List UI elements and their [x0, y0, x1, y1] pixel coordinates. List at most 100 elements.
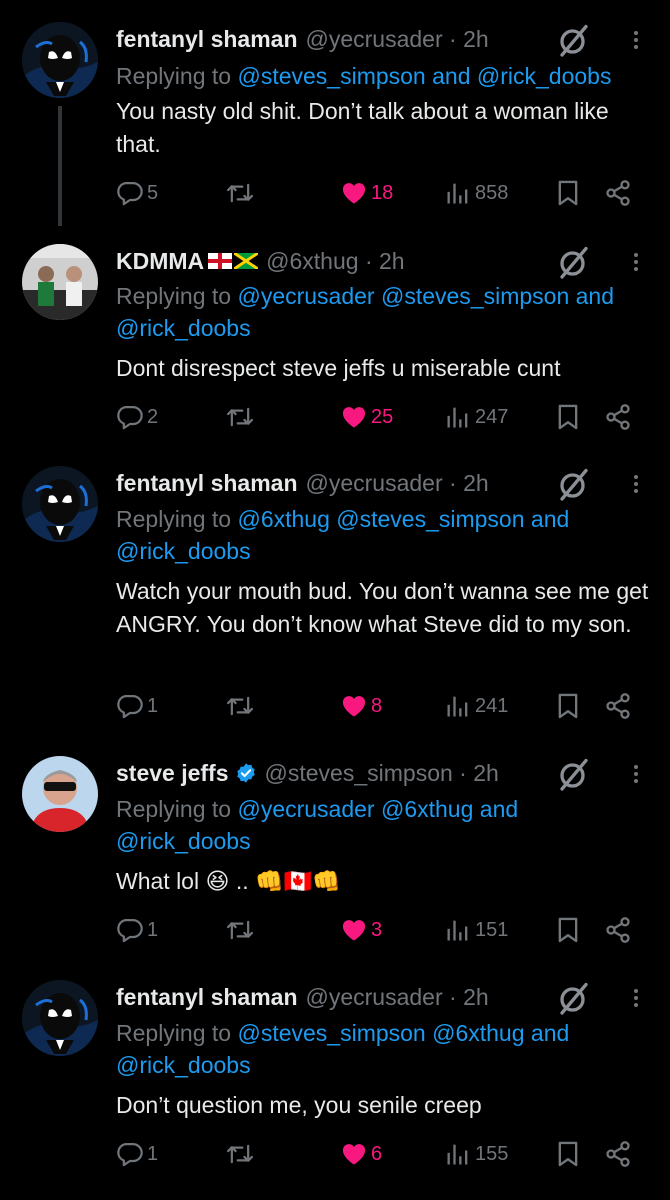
bookmark-button[interactable]: [554, 403, 582, 431]
reply-button[interactable]: 5: [116, 179, 158, 207]
more-options-icon[interactable]: [632, 472, 640, 498]
action-bar: 2 25 247: [116, 403, 646, 433]
retweet-button[interactable]: [226, 1140, 254, 1168]
action-bar: 1 6 155: [116, 1140, 646, 1170]
handle-time[interactable]: @steves_simpson · 2h: [265, 760, 499, 787]
more-options-icon[interactable]: [632, 986, 640, 1012]
display-name[interactable]: fentanyl shaman: [116, 26, 298, 53]
like-button[interactable]: 6: [340, 1140, 382, 1168]
action-bar: 1 8 241: [116, 692, 646, 722]
view-count: 247: [475, 405, 509, 428]
reply-count: 1: [147, 694, 159, 717]
tweet-text: Don’t question me, you senile creep: [116, 1092, 482, 1118]
replying-to: Replying to @yecrusader @6xthug and @ric…: [116, 793, 646, 857]
reply-mentions[interactable]: @steves_simpson and @rick_doobs: [237, 63, 611, 89]
reply-count: 1: [147, 918, 159, 941]
share-icon: [604, 916, 632, 944]
replying-to: Replying to @steves_simpson @6xthug and …: [116, 1017, 646, 1081]
tweet-text: Watch your mouth bud. You don’t wanna se…: [116, 578, 649, 637]
share-button[interactable]: [604, 403, 632, 431]
tweet-header: steve jeffs @steves_simpson · 2h: [116, 756, 499, 790]
heart-icon: [340, 692, 368, 720]
reply-prefix: Replying to: [116, 796, 238, 822]
more-options-icon[interactable]: [632, 762, 640, 788]
heart-icon: [340, 179, 368, 207]
grok-icon[interactable]: [556, 756, 592, 792]
heart-icon: [340, 916, 368, 944]
reply-count: 1: [147, 1142, 159, 1165]
views-icon: [444, 403, 472, 431]
bookmark-icon: [554, 916, 582, 944]
tweet-emojis: 😆 .. 👊🇨🇦👊: [199, 868, 341, 894]
reply-prefix: Replying to: [116, 1020, 238, 1046]
display-name[interactable]: steve jeffs: [116, 760, 229, 787]
tweet-header: fentanyl shaman @yecrusader · 2h: [116, 980, 489, 1014]
views-button[interactable]: 858: [444, 179, 508, 207]
like-count: 25: [371, 405, 394, 428]
retweet-icon: [226, 1140, 254, 1168]
bookmark-button[interactable]: [554, 692, 582, 720]
avatar[interactable]: [22, 244, 98, 320]
retweet-button[interactable]: [226, 179, 254, 207]
heart-icon: [340, 403, 368, 431]
more-options-icon[interactable]: [632, 250, 640, 276]
like-count: 18: [371, 181, 394, 204]
share-icon: [604, 403, 632, 431]
views-button[interactable]: 155: [444, 1140, 508, 1168]
display-name[interactable]: KDMMA: [116, 248, 204, 275]
display-name[interactable]: fentanyl shaman: [116, 470, 298, 497]
more-options-icon[interactable]: [632, 28, 640, 54]
display-name[interactable]: fentanyl shaman: [116, 984, 298, 1011]
bookmark-button[interactable]: [554, 1140, 582, 1168]
like-button[interactable]: 3: [340, 916, 382, 944]
retweet-icon: [226, 916, 254, 944]
reply-button[interactable]: 1: [116, 1140, 158, 1168]
tweet-header: fentanyl shaman @yecrusader · 2h: [116, 466, 489, 500]
replying-to: Replying to @yecrusader @steves_simpson …: [116, 280, 646, 344]
grok-icon[interactable]: [556, 980, 592, 1016]
retweet-button[interactable]: [226, 916, 254, 944]
like-count: 8: [371, 694, 383, 717]
grok-icon[interactable]: [556, 22, 592, 58]
replying-to: Replying to @6xthug @steves_simpson and …: [116, 503, 646, 567]
grok-icon[interactable]: [556, 244, 592, 280]
tweet-text: Dont disrespect steve jeffs u miserable …: [116, 355, 561, 381]
bookmark-button[interactable]: [554, 916, 582, 944]
avatar[interactable]: [22, 756, 98, 832]
grok-icon[interactable]: [556, 466, 592, 502]
share-button[interactable]: [604, 179, 632, 207]
handle-time[interactable]: @yecrusader · 2h: [306, 470, 489, 497]
tweet-text-main: What lol: [116, 868, 200, 894]
reply-icon: [116, 179, 144, 207]
views-icon: [444, 1140, 472, 1168]
tweet-header: fentanyl shaman @yecrusader · 2h: [116, 22, 489, 56]
share-button[interactable]: [604, 916, 632, 944]
retweet-button[interactable]: [226, 692, 254, 720]
share-button[interactable]: [604, 1140, 632, 1168]
reply-button[interactable]: 1: [116, 916, 158, 944]
verified-badge-icon: [236, 763, 255, 783]
like-button[interactable]: 18: [340, 179, 393, 207]
share-icon: [604, 692, 632, 720]
avatar[interactable]: [22, 980, 98, 1056]
action-bar: 5 18 858: [116, 179, 646, 209]
reply-button[interactable]: 1: [116, 692, 158, 720]
avatar[interactable]: [22, 22, 98, 98]
like-count: 3: [371, 918, 383, 941]
views-button[interactable]: 241: [444, 692, 508, 720]
avatar[interactable]: [22, 466, 98, 542]
bookmark-icon: [554, 403, 582, 431]
tweet-text: You nasty old shit. Don’t talk about a w…: [116, 98, 609, 157]
reply-button[interactable]: 2: [116, 403, 158, 431]
like-button[interactable]: 25: [340, 403, 393, 431]
retweet-button[interactable]: [226, 403, 254, 431]
share-button[interactable]: [604, 692, 632, 720]
jamaica-flag-icon: [234, 253, 259, 269]
handle-time[interactable]: @6xthug · 2h: [266, 248, 404, 275]
handle-time[interactable]: @yecrusader · 2h: [306, 984, 489, 1011]
views-button[interactable]: 247: [444, 403, 508, 431]
handle-time[interactable]: @yecrusader · 2h: [306, 26, 489, 53]
like-button[interactable]: 8: [340, 692, 382, 720]
bookmark-button[interactable]: [554, 179, 582, 207]
views-button[interactable]: 151: [444, 916, 508, 944]
